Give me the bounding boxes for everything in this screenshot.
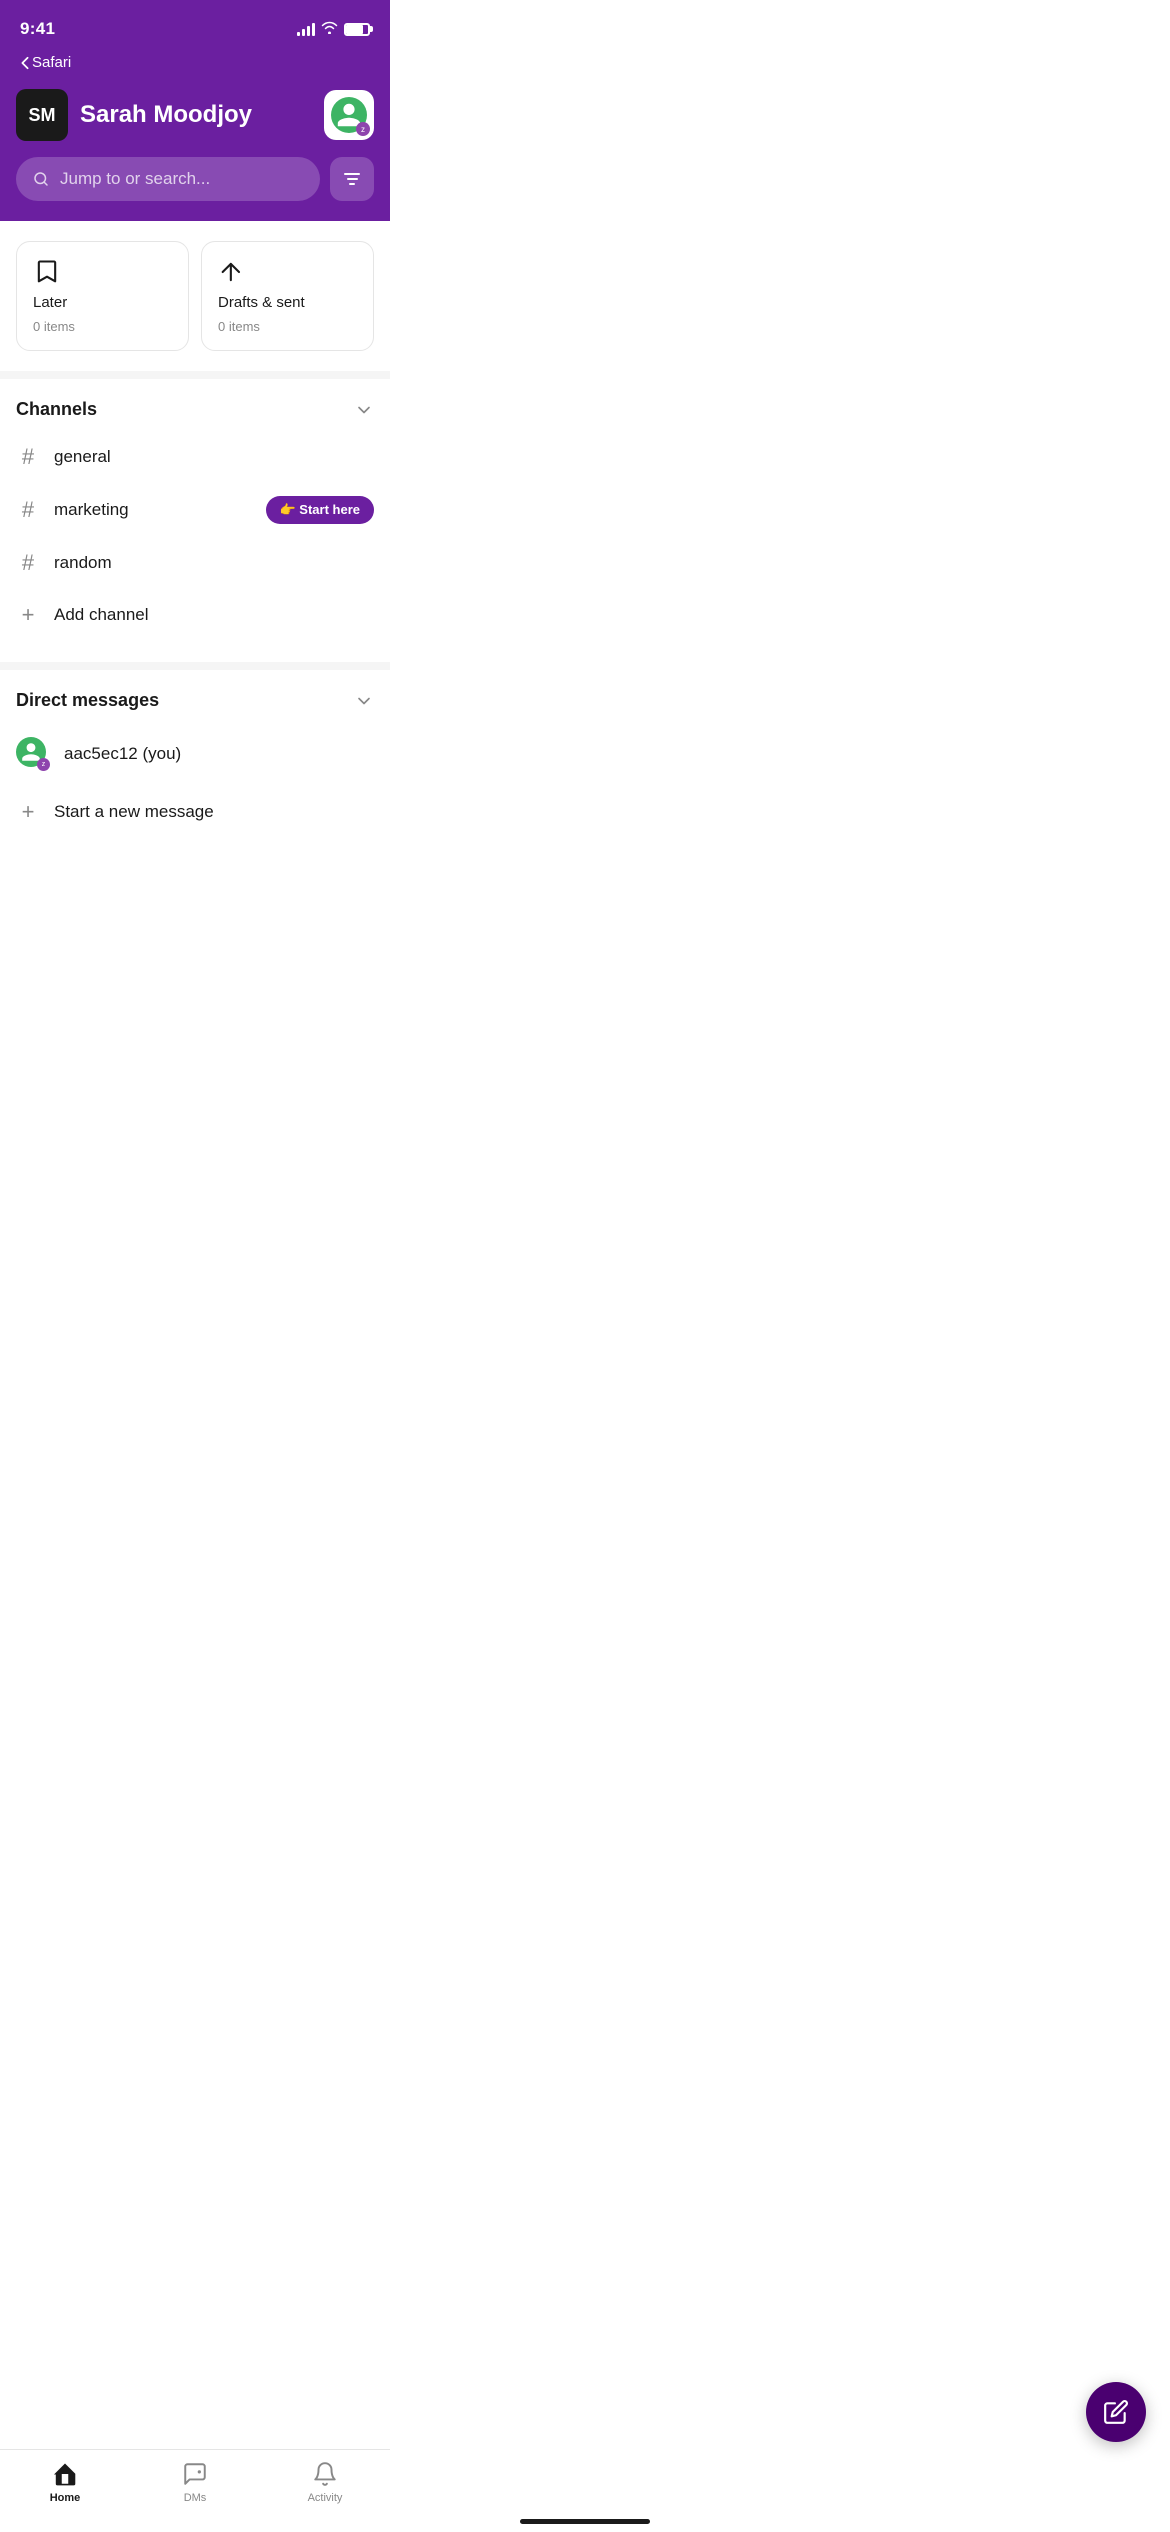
- filter-button[interactable]: [330, 157, 374, 201]
- later-card[interactable]: Later 0 items: [16, 241, 189, 351]
- app-header: SM Sarah Moodjoy z: [0, 79, 390, 157]
- dm-avatar-self: z: [16, 737, 50, 771]
- hash-icon: #: [16, 499, 40, 521]
- channels-title: Channels: [16, 399, 97, 420]
- safari-bar: Safari: [0, 50, 390, 79]
- channels-collapse-button[interactable]: [354, 400, 374, 420]
- dm-item-self[interactable]: z aac5ec12 (you): [0, 723, 390, 785]
- dm-name-self: aac5ec12 (you): [64, 744, 181, 764]
- channels-section: Channels # general # marketing 👉 Start h…: [0, 379, 390, 662]
- later-title: Later: [33, 294, 172, 311]
- plus-icon: +: [16, 602, 40, 628]
- nav-item-home[interactable]: Home: [0, 2460, 130, 2504]
- dm-section: Direct messages z aac5ec12 (you) + Start…: [0, 670, 390, 859]
- drafts-subtitle: 0 items: [218, 319, 357, 334]
- safari-back-button[interactable]: Safari: [20, 54, 71, 71]
- search-icon: [32, 170, 50, 188]
- home-indicator: [520, 2519, 650, 2524]
- nav-label-home: Home: [50, 2492, 81, 2504]
- dm-title: Direct messages: [16, 690, 159, 711]
- channel-item-marketing[interactable]: # marketing 👉 Start here: [0, 482, 390, 538]
- start-here-badge: 👉 Start here: [266, 496, 375, 524]
- compose-icon: [1103, 2399, 1129, 2425]
- workspace-avatar: SM: [16, 89, 68, 141]
- channel-name-marketing: marketing: [54, 500, 252, 520]
- battery-icon: [344, 23, 370, 36]
- hash-icon: #: [16, 446, 40, 468]
- search-box[interactable]: Jump to or search...: [16, 157, 320, 201]
- dm-status-badge: z: [37, 758, 50, 771]
- later-subtitle: 0 items: [33, 319, 172, 334]
- section-divider-1: [0, 371, 390, 379]
- channel-name-random: random: [54, 553, 374, 573]
- hash-icon: #: [16, 552, 40, 574]
- signal-bars-icon: [297, 22, 315, 36]
- add-channel-item[interactable]: + Add channel: [0, 588, 390, 642]
- status-bar: 9:41: [0, 0, 390, 50]
- status-time: 9:41: [20, 19, 55, 39]
- dms-icon: [181, 2460, 209, 2488]
- dm-collapse-button[interactable]: [354, 691, 374, 711]
- safari-back-label: Safari: [32, 54, 71, 71]
- user-avatar[interactable]: z: [324, 90, 374, 140]
- drafts-title: Drafts & sent: [218, 294, 357, 311]
- drafts-card[interactable]: Drafts & sent 0 items: [201, 241, 374, 351]
- nav-item-dms[interactable]: DMs: [130, 2460, 260, 2504]
- new-message-label: Start a new message: [54, 802, 214, 822]
- workspace-name: Sarah Moodjoy: [80, 101, 312, 129]
- compose-fab[interactable]: [1086, 2382, 1146, 2442]
- channel-item-random[interactable]: # random: [0, 538, 390, 588]
- status-icons: [297, 21, 370, 37]
- nav-item-activity[interactable]: Activity: [260, 2460, 390, 2504]
- quick-access-cards: Later 0 items Drafts & sent 0 items: [0, 221, 390, 371]
- channels-section-header: Channels: [0, 399, 390, 432]
- plus-icon: +: [16, 799, 40, 825]
- channel-item-general[interactable]: # general: [0, 432, 390, 482]
- bottom-nav: Home DMs Activity: [0, 2449, 390, 2532]
- search-placeholder: Jump to or search...: [60, 169, 210, 189]
- filter-icon: [344, 173, 360, 185]
- search-row: Jump to or search...: [0, 157, 390, 221]
- nav-label-activity: Activity: [308, 2492, 343, 2504]
- add-channel-label: Add channel: [54, 605, 149, 625]
- main-content: Later 0 items Drafts & sent 0 items Chan…: [0, 221, 390, 999]
- send-icon: [218, 258, 246, 286]
- user-status-badge: z: [356, 122, 370, 136]
- nav-label-dms: DMs: [184, 2492, 207, 2504]
- section-divider-2: [0, 662, 390, 670]
- dm-section-header: Direct messages: [0, 690, 390, 723]
- home-icon: [51, 2460, 79, 2488]
- bookmark-icon: [33, 258, 61, 286]
- wifi-icon: [321, 21, 338, 37]
- activity-icon: [311, 2460, 339, 2488]
- channel-name-general: general: [54, 447, 374, 467]
- new-message-item[interactable]: + Start a new message: [0, 785, 390, 839]
